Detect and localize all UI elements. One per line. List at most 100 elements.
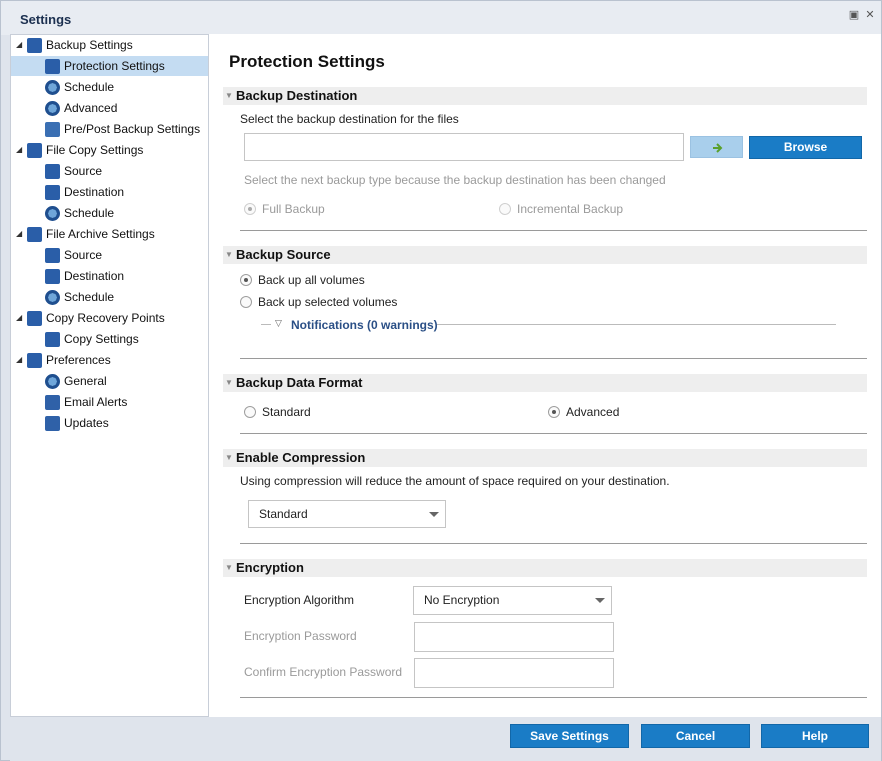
tree-item[interactable]: Schedule [11, 77, 208, 97]
compression-select[interactable]: Standard [248, 500, 446, 528]
cancel-button[interactable]: Cancel [641, 724, 750, 748]
section-heading: Encryption [236, 560, 304, 575]
backup-icon [27, 38, 42, 53]
collapse-icon[interactable]: ▼ [225, 87, 233, 105]
close-icon[interactable]: ✕ [864, 9, 876, 21]
tree-item-label: File Archive Settings [46, 227, 155, 241]
tree-item-label: Schedule [64, 290, 115, 304]
tree-item[interactable]: Copy Settings [11, 329, 208, 349]
section-enable-compression[interactable]: ▼ Enable Compression [223, 449, 867, 467]
settings-tree: ◢ Backup Settings Protection Settings Sched… [10, 34, 209, 717]
advanced-icon [45, 101, 60, 116]
divider [240, 358, 867, 359]
collapse-icon[interactable]: ▼ [225, 246, 233, 264]
tree-item-label: Copy Recovery Points [46, 311, 165, 325]
go-button[interactable] [690, 136, 743, 158]
section-heading: Backup Destination [236, 88, 358, 103]
expand-toggle-icon[interactable]: ◢ [16, 140, 22, 160]
copy-settings-icon [45, 332, 60, 347]
divider [437, 324, 836, 325]
encryption-password-input[interactable] [414, 622, 614, 652]
divider [261, 324, 271, 325]
incremental-backup-radio[interactable] [499, 203, 511, 215]
divider [240, 697, 867, 698]
collapse-icon[interactable]: ▼ [225, 449, 233, 467]
standard-format-radio[interactable] [244, 406, 256, 418]
window-title: Settings [20, 12, 72, 27]
destination-instruction: Select the backup destination for the fi… [240, 112, 459, 126]
tree-item-label: Schedule [64, 206, 115, 220]
destination-icon [45, 185, 60, 200]
tree-item-label: Pre/Post Backup Settings [64, 122, 201, 136]
tree-item-label: Backup Settings [46, 38, 133, 52]
destination-notice: Select the next backup type because the … [244, 173, 666, 187]
tree-item[interactable]: Source [11, 245, 208, 265]
arrow-right-icon [712, 143, 722, 153]
all-volumes-radio[interactable] [240, 274, 252, 286]
section-backup-destination[interactable]: ▼ Backup Destination [223, 87, 867, 105]
section-encryption[interactable]: ▼ Encryption [223, 559, 867, 577]
schedule-icon [45, 80, 60, 95]
destination-path-input[interactable] [244, 133, 684, 161]
section-backup-source[interactable]: ▼ Backup Source [223, 246, 867, 264]
collapse-icon[interactable]: ▼ [225, 559, 233, 577]
tree-item[interactable]: Source [11, 161, 208, 181]
tree-item-label: File Copy Settings [46, 143, 144, 157]
selected-volumes-radio[interactable] [240, 296, 252, 308]
browse-button[interactable]: Browse [749, 136, 862, 159]
expand-icon[interactable]: ▽ [275, 318, 282, 329]
tree-item-label: Destination [64, 269, 125, 283]
compression-description: Using compression will reduce the amount… [240, 474, 670, 488]
expand-toggle-icon[interactable]: ◢ [16, 224, 22, 244]
encryption-password-label: Encryption Password [244, 629, 357, 643]
collapse-icon[interactable]: ▼ [225, 374, 233, 392]
tree-item[interactable]: ◢ Backup Settings [11, 35, 208, 55]
incremental-backup-label: Incremental Backup [517, 202, 624, 216]
tree-item[interactable]: Updates [11, 413, 208, 433]
tree-item[interactable]: ◢ File Archive Settings [11, 224, 208, 244]
expand-toggle-icon[interactable]: ◢ [16, 308, 22, 328]
settings-window: Settings ▣ ✕ ◢ Backup Settings Protection … [0, 0, 882, 761]
tree-item[interactable]: Destination [11, 266, 208, 286]
general-icon [45, 374, 60, 389]
encryption-algorithm-select[interactable]: No Encryption [413, 586, 612, 615]
tree-item[interactable]: Protection Settings [11, 56, 208, 76]
tree-item[interactable]: ◢ File Copy Settings [11, 140, 208, 160]
advanced-format-radio[interactable] [548, 406, 560, 418]
tree-item-label: Updates [64, 416, 109, 430]
tree-item[interactable]: Destination [11, 182, 208, 202]
tree-item-label: Preferences [46, 353, 111, 367]
tree-item[interactable]: Schedule [11, 203, 208, 223]
tree-item[interactable]: Email Alerts [11, 392, 208, 412]
confirm-password-input[interactable] [414, 658, 614, 688]
tree-item[interactable]: Advanced [11, 98, 208, 118]
tree-item[interactable]: Pre/Post Backup Settings [11, 119, 208, 139]
section-heading: Backup Data Format [236, 375, 363, 390]
file-archive-icon [27, 227, 42, 242]
destination-icon [45, 269, 60, 284]
divider [240, 230, 867, 231]
save-settings-button[interactable]: Save Settings [510, 724, 629, 748]
tree-item[interactable]: General [11, 371, 208, 391]
tree-item[interactable]: ◢ Preferences [11, 350, 208, 370]
source-icon [45, 248, 60, 263]
tree-item[interactable]: Schedule [11, 287, 208, 307]
standard-format-label: Standard [262, 405, 311, 419]
updates-icon [45, 416, 60, 431]
compression-selected: Standard [259, 507, 308, 521]
copy-recovery-icon [27, 311, 42, 326]
tree-item[interactable]: ◢ Copy Recovery Points [11, 308, 208, 328]
help-button[interactable]: Help [761, 724, 869, 748]
divider [240, 433, 867, 434]
chevron-down-icon [595, 598, 605, 603]
full-backup-radio[interactable] [244, 203, 256, 215]
notifications-link[interactable]: Notifications (0 warnings) [291, 318, 438, 332]
expand-toggle-icon[interactable]: ◢ [16, 350, 22, 370]
title-bar: Settings ▣ ✕ [1, 1, 881, 35]
tree-item-label: Protection Settings [64, 59, 165, 73]
divider [240, 543, 867, 544]
restore-icon[interactable]: ▣ [848, 9, 860, 21]
section-heading: Enable Compression [236, 450, 366, 465]
expand-toggle-icon[interactable]: ◢ [16, 35, 22, 55]
section-backup-data-format[interactable]: ▼ Backup Data Format [223, 374, 867, 392]
